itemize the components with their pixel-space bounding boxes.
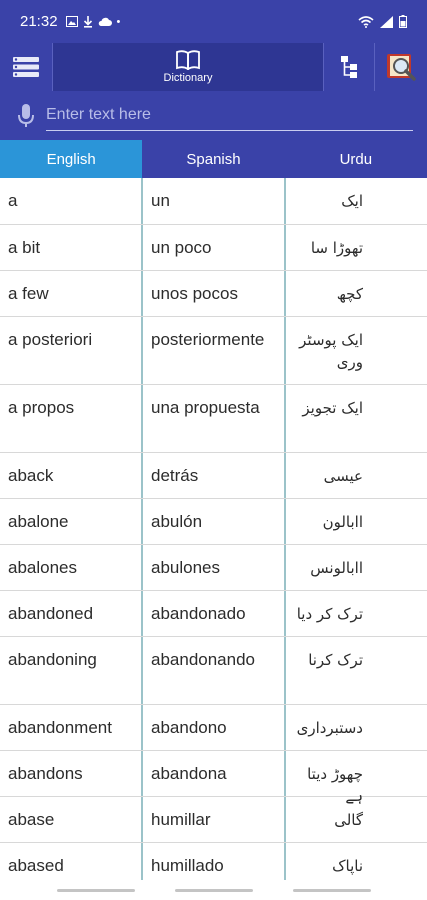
spanish-word: abulones: [143, 545, 286, 590]
tab-english[interactable]: English: [0, 140, 143, 178]
spanish-word: posteriormente: [143, 317, 286, 384]
tab-spanish[interactable]: Spanish: [142, 140, 284, 178]
book-icon: [176, 50, 200, 70]
urdu-word: اابالونس: [310, 559, 363, 577]
english-word: abandoning: [0, 637, 143, 704]
status-bar: 21:32 •: [0, 0, 427, 43]
app-toolbar: Dictionary: [0, 43, 427, 91]
english-word: abandoned: [0, 591, 143, 636]
category-tree-button[interactable]: [324, 43, 375, 91]
menu-button[interactable]: [0, 43, 52, 91]
urdu-word: ترک کرنا: [308, 651, 363, 669]
gallery-icon: [65, 16, 78, 27]
table-row[interactable]: a bit un poco تھوڑا سا: [0, 225, 427, 271]
spanish-word: un: [143, 178, 286, 224]
search-bar: [0, 91, 427, 140]
status-time: 21:32: [20, 13, 58, 30]
table-row[interactable]: a posteriori posteriormente ایک پوسٹروری: [0, 317, 427, 385]
system-nav-bar: [0, 880, 427, 900]
english-word: abase: [0, 797, 143, 842]
nav-home-handle[interactable]: [174, 888, 253, 892]
table-row[interactable]: abase humillar گالی: [0, 797, 427, 843]
tab-urdu[interactable]: Urdu: [285, 140, 427, 178]
download-icon: [83, 15, 92, 28]
search-input-wrapper: [46, 100, 413, 131]
english-word: abalones: [0, 545, 143, 590]
tree-structure-icon: [341, 56, 357, 78]
microphone-icon: [18, 103, 34, 127]
table-row[interactable]: a few unos pocos کچھ: [0, 271, 427, 317]
spanish-word: una propuesta: [143, 385, 286, 452]
spanish-word: abandono: [143, 705, 286, 750]
nav-recents-handle[interactable]: [56, 888, 135, 892]
spanish-word: abandona: [143, 751, 286, 796]
language-tabs: English Spanish Urdu: [0, 140, 427, 178]
english-word: abalone: [0, 499, 143, 544]
spanish-word: unos pocos: [143, 271, 286, 316]
menu-list-icon: [13, 57, 39, 77]
spanish-word: abulón: [143, 499, 286, 544]
urdu-word: تھوڑا سا: [310, 239, 363, 257]
nav-back-handle[interactable]: [292, 888, 371, 892]
wifi-icon: [358, 15, 374, 28]
signal-icon: [380, 15, 393, 28]
table-row[interactable]: abandoned abandonado ترک کر دیا: [0, 591, 427, 637]
urdu-word: ترک کر دیا: [296, 605, 363, 623]
toolbar-title: Dictionary: [163, 72, 213, 84]
cloud-icon: [98, 17, 112, 26]
spanish-word: un poco: [143, 225, 286, 270]
urdu-word: چھوڑ دیتا ہے: [307, 765, 363, 805]
notification-icons: •: [65, 15, 121, 28]
spanish-word: abandonando: [143, 637, 286, 704]
table-row[interactable]: abalones abulones اابالونس: [0, 545, 427, 591]
urdu-word: عیسی: [323, 467, 363, 485]
status-dot: •: [116, 15, 121, 28]
search-input[interactable]: [46, 106, 413, 124]
spanish-word: abandonado: [143, 591, 286, 636]
spanish-word: humillar: [143, 797, 286, 842]
table-row[interactable]: a un ایک: [0, 178, 427, 225]
urdu-word: اابالون: [322, 513, 363, 531]
english-word: abandons: [0, 751, 143, 796]
spanish-word: detrás: [143, 453, 286, 498]
english-word: a propos: [0, 385, 143, 452]
dictionary-tab-button[interactable]: Dictionary: [52, 43, 324, 91]
english-word: a: [0, 178, 143, 224]
urdu-word: دستبرداری: [296, 719, 363, 737]
table-row[interactable]: aback detrás عیسی: [0, 453, 427, 499]
table-row[interactable]: abalone abulón اابالون: [0, 499, 427, 545]
table-row[interactable]: abandons abandona چھوڑ دیتا ہے: [0, 751, 427, 805]
voice-input-button[interactable]: [14, 101, 38, 131]
urdu-word: کچھ: [336, 285, 363, 303]
book-magnifier-icon: [387, 54, 416, 81]
word-list: a un ایک a bit un poco تھوڑا سا a few un…: [0, 178, 427, 889]
english-word: a few: [0, 271, 143, 316]
dictionary-search-button[interactable]: [375, 43, 427, 91]
table-row[interactable]: abandonment abandono دستبرداری: [0, 705, 427, 751]
battery-icon: [399, 15, 407, 28]
urdu-word: ایک پوسٹروری: [299, 331, 363, 371]
english-word: a posteriori: [0, 317, 143, 384]
urdu-word: ایک: [341, 192, 363, 210]
english-word: abandonment: [0, 705, 143, 750]
urdu-word: ایک تجویز: [302, 399, 363, 417]
english-word: a bit: [0, 225, 143, 270]
table-row[interactable]: a propos una propuesta ایک تجویز: [0, 385, 427, 453]
urdu-word: گالی: [334, 811, 363, 829]
table-row[interactable]: abandoning abandonando ترک کرنا: [0, 637, 427, 705]
english-word: aback: [0, 453, 143, 498]
